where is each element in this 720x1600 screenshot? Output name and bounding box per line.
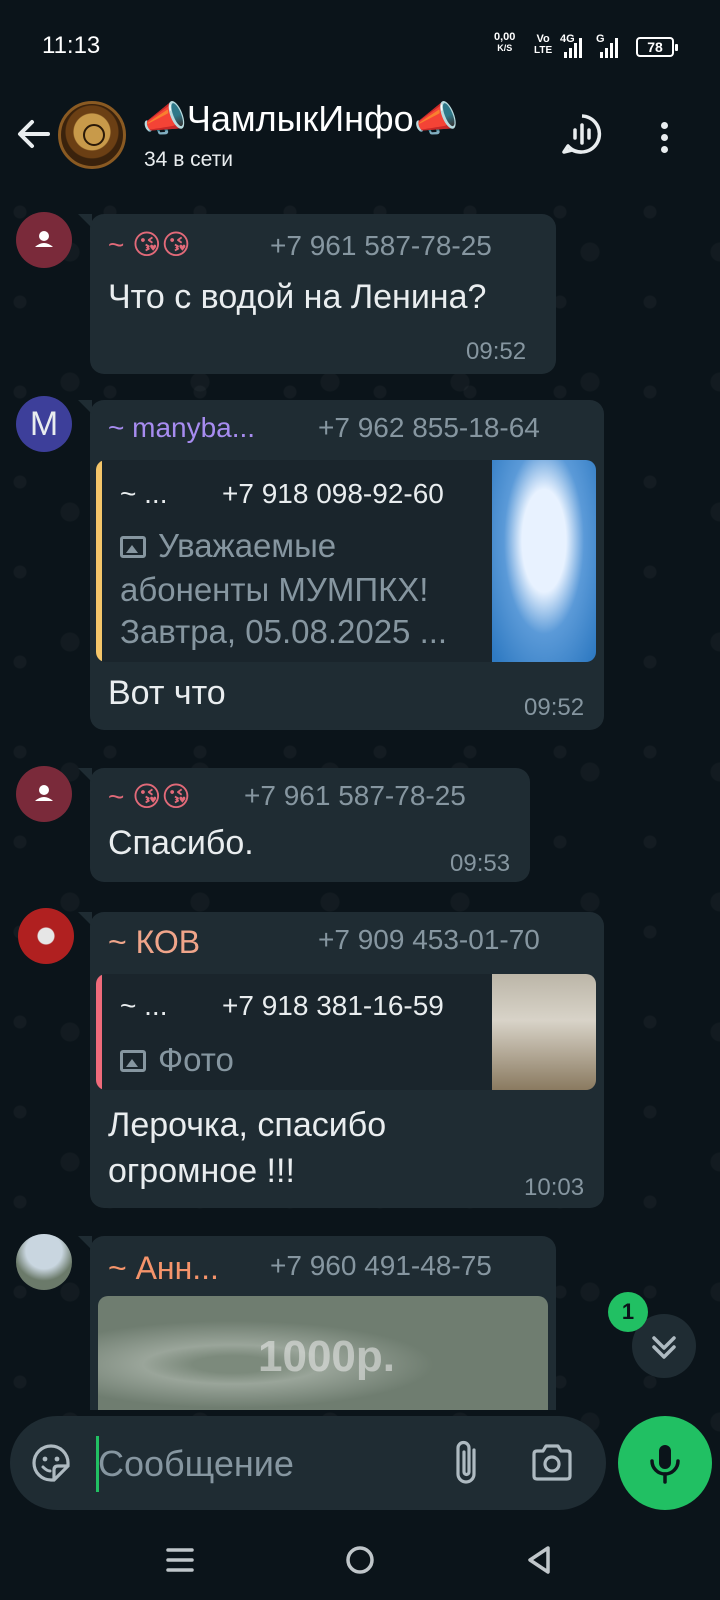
sender-phone: +7 962 855-18-64 <box>318 412 540 443</box>
message-bubble[interactable]: ~ Анн... +7 960 491-48-75 1000р. <box>78 1236 556 1410</box>
quote-text: абоненты МУМПКХ! <box>120 571 429 608</box>
avatar[interactable] <box>18 908 74 964</box>
message-text: Лерочка, спасибо <box>108 1106 387 1144</box>
home-button[interactable] <box>336 1536 384 1584</box>
sender-phone: +7 960 491-48-75 <box>270 1250 492 1281</box>
sender-name[interactable]: ~ 😘😘 <box>108 228 191 261</box>
message-text: огромное !!! <box>108 1152 295 1190</box>
recents-button[interactable] <box>156 1536 204 1584</box>
sticker-button[interactable] <box>30 1442 72 1484</box>
person-icon <box>35 785 53 801</box>
quote-sender: ~ ... <box>120 478 168 509</box>
network-speed: 0,00 K/S <box>494 31 516 54</box>
group-title[interactable]: 📣ЧамлыкИнфо📣 <box>142 98 458 140</box>
message-text: Вот что <box>108 674 226 712</box>
signal-g-icon: G <box>596 33 620 58</box>
avatar[interactable]: M <box>16 396 72 452</box>
message-bubble[interactable]: ~ manyba... +7 962 855-18-64 ~ ... +7 91… <box>78 400 604 730</box>
system-nav-bar <box>0 1520 720 1600</box>
quote-thumbnail <box>492 974 596 1090</box>
avatar[interactable] <box>16 212 72 268</box>
camera-icon <box>532 1444 572 1481</box>
battery-icon: 78 <box>636 37 678 57</box>
menu-lines-icon <box>166 1548 194 1572</box>
back-nav-button[interactable] <box>516 1536 564 1584</box>
sender-name[interactable]: ~ КОВ <box>108 924 200 961</box>
quote-bar <box>96 974 102 1090</box>
microphone-icon <box>650 1445 680 1484</box>
sender-phone: +7 909 453-01-70 <box>318 924 540 955</box>
message-text: Что с водой на Ленина? <box>108 278 487 316</box>
sender-name[interactable]: ~ Анн... <box>108 1250 219 1287</box>
sticker-icon <box>32 1444 70 1482</box>
message-time: 10:03 <box>524 1174 585 1201</box>
arrow-left-icon <box>18 120 50 148</box>
sender-name[interactable]: ~ manyba... <box>108 412 255 444</box>
volte-icon: Vo LTE <box>534 33 553 57</box>
message-time: 09:53 <box>450 850 511 877</box>
voice-record-button[interactable] <box>618 1416 712 1510</box>
avatar[interactable] <box>16 1234 72 1290</box>
sender-phone: +7 961 587-78-25 <box>244 780 466 811</box>
quote-sender: ~ ... <box>120 990 168 1021</box>
quote-text: Уважаемые <box>120 524 336 567</box>
quote-phone: +7 918 098-92-60 <box>222 478 444 509</box>
online-count: 34 в сети <box>144 148 234 171</box>
voice-chat-icon <box>562 114 602 154</box>
camera-button[interactable] <box>530 1442 574 1484</box>
message-bubble[interactable]: ~ КОВ +7 909 453-01-70 ~ ... +7 918 381-… <box>78 912 604 1208</box>
back-button[interactable] <box>12 112 56 156</box>
image-caption: 1000р. <box>258 1332 395 1381</box>
triangle-back-icon <box>528 1546 550 1574</box>
more-options-button[interactable] <box>654 114 674 158</box>
quote-bar <box>96 460 102 662</box>
circle-home-icon <box>346 1546 374 1574</box>
group-avatar[interactable] <box>58 101 126 169</box>
composer <box>10 1416 606 1510</box>
message-text: Спасибо. <box>108 824 254 862</box>
quote-text: Завтра, 05.08.2025 ... <box>120 613 448 650</box>
sender-phone: +7 961 587-78-25 <box>270 230 492 261</box>
message-bubble[interactable]: ~ 😘😘 +7 961 587-78-25 Спасибо. 09:53 <box>78 768 530 882</box>
message-image[interactable]: 1000р. <box>98 1296 548 1410</box>
message-time: 09:52 <box>466 338 527 365</box>
message-bubble[interactable]: ~ 😘😘 +7 961 587-78-25 Что с водой на Лен… <box>78 214 556 374</box>
avatar[interactable] <box>16 766 72 822</box>
attach-button[interactable] <box>448 1438 488 1488</box>
image-icon <box>120 536 146 558</box>
image-icon <box>120 1050 146 1072</box>
quote-text: Фото <box>120 1038 234 1081</box>
paperclip-icon <box>456 1440 476 1484</box>
person-icon <box>35 231 53 247</box>
quote-phone: +7 918 381-16-59 <box>222 990 444 1021</box>
quote-thumbnail <box>492 460 596 662</box>
quoted-message[interactable]: ~ ... +7 918 381-16-59 Фото <box>96 974 596 1090</box>
status-bar: 11:13 0,00 K/S Vo LTE 4G G 78 <box>0 0 720 92</box>
quoted-message[interactable]: ~ ... +7 918 098-92-60 Уважаемые абонент… <box>96 460 596 662</box>
status-time: 11:13 <box>42 32 101 59</box>
voice-chat-button[interactable] <box>560 112 604 156</box>
message-time: 09:52 <box>524 694 585 721</box>
chat-header: 📣ЧамлыкИнфо📣 34 в сети <box>0 92 720 192</box>
sender-name[interactable]: ~ 😘😘 <box>108 780 191 813</box>
message-input[interactable] <box>98 1436 428 1492</box>
signal-4g-icon: 4G <box>560 33 584 58</box>
unread-badge: 1 <box>608 1292 648 1332</box>
